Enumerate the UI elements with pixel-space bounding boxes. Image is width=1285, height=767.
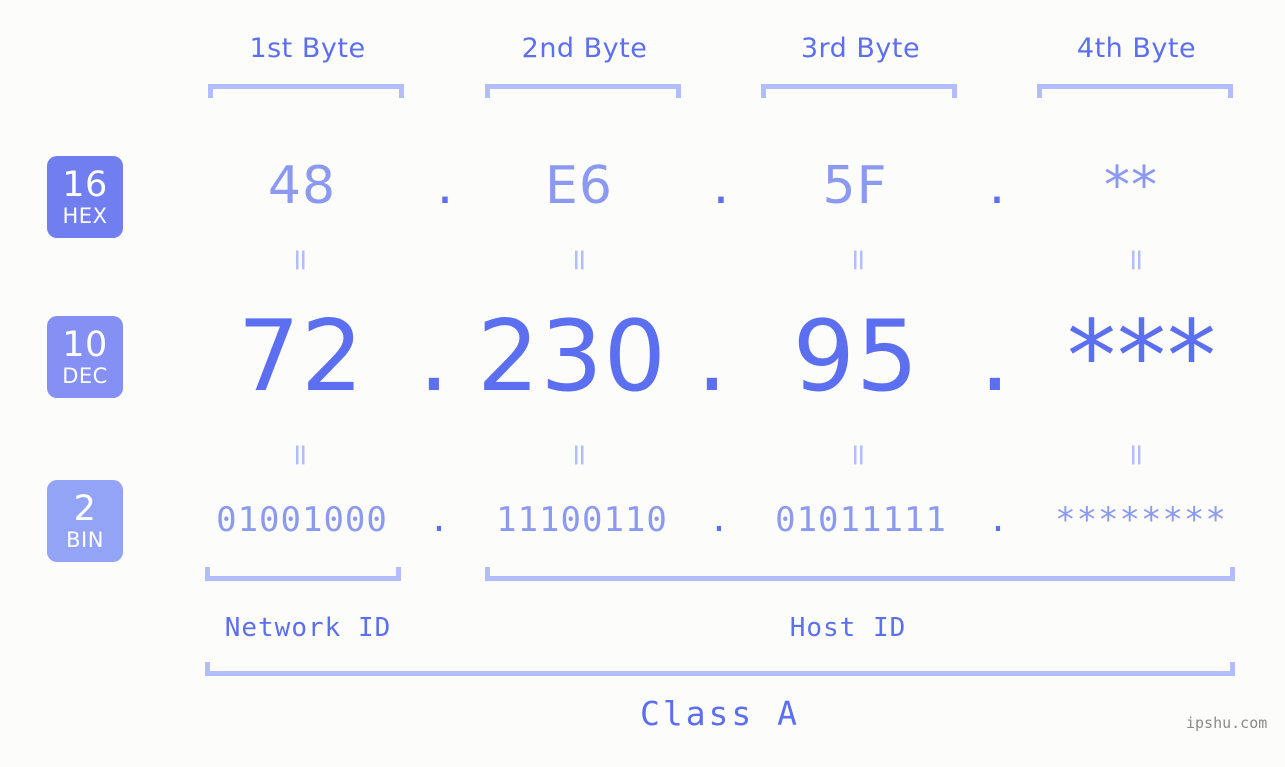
bin-byte-4: ******** [1055, 500, 1227, 540]
equals-icon-hex-dec-2: = [562, 247, 597, 273]
dec-byte-2: 230 [476, 300, 668, 414]
byte-header-2: 2nd Byte [521, 33, 648, 64]
byte-header-4: 4th Byte [1076, 33, 1197, 64]
byte-header-1: 1st Byte [249, 33, 366, 64]
hex-byte-1: 48 [267, 156, 337, 216]
bin-byte-2: 11100110 [496, 500, 668, 540]
class-label: Class A [639, 694, 801, 733]
bin-byte-3: 01011111 [775, 500, 947, 540]
equals-icon-dec-bin-3: = [841, 442, 876, 468]
dec-byte-3: 95 [792, 300, 920, 414]
equals-icon-hex-dec-3: = [841, 247, 876, 273]
class-bracket [205, 662, 1235, 676]
host-id-label: Host ID [789, 613, 907, 643]
hex-separator-3: . [988, 156, 1006, 216]
bin-separator-3: . [987, 500, 1009, 540]
byte-bracket-3 [761, 84, 957, 98]
hex-byte-3: 5F [822, 156, 888, 216]
base-badge-hex-number: 16 [62, 164, 108, 205]
dec-byte-1: 72 [237, 300, 365, 414]
base-badge-hex-name: HEX [62, 203, 108, 228]
equals-icon-hex-dec-1: = [283, 247, 318, 273]
base-badge-bin: 2 BIN [47, 480, 123, 562]
base-badge-dec-number: 10 [62, 324, 108, 365]
host-id-bracket [485, 567, 1235, 581]
equals-icon-dec-bin-1: = [283, 442, 318, 468]
base-badge-dec-name: DEC [62, 363, 108, 388]
base-badge-bin-name: BIN [66, 527, 104, 552]
dec-separator-2: . [696, 300, 728, 414]
equals-icon-hex-dec-4: = [1119, 247, 1154, 273]
hex-separator-1: . [436, 156, 454, 216]
dec-separator-1: . [418, 300, 450, 414]
equals-icon-dec-bin-4: = [1119, 442, 1154, 468]
byte-bracket-1 [208, 84, 404, 98]
hex-separator-2: . [712, 156, 730, 216]
bin-separator-1: . [428, 500, 450, 540]
network-id-label: Network ID [224, 613, 392, 643]
hex-byte-4: ** [1104, 156, 1158, 216]
bin-byte-1: 01001000 [216, 500, 388, 540]
hex-byte-2: E6 [545, 156, 613, 216]
base-badge-dec: 10 DEC [47, 316, 123, 398]
equals-icon-dec-bin-2: = [562, 442, 597, 468]
bin-separator-2: . [708, 500, 730, 540]
byte-bracket-2 [485, 84, 681, 98]
byte-header-3: 3rd Byte [800, 33, 921, 64]
base-badge-hex: 16 HEX [47, 156, 123, 238]
dec-separator-3: . [979, 300, 1011, 414]
watermark: ipshu.com [1186, 714, 1268, 732]
base-badge-bin-number: 2 [73, 488, 97, 529]
ip-breakdown-diagram: 1st Byte 2nd Byte 3rd Byte 4th Byte 16 H… [0, 0, 1285, 767]
byte-bracket-4 [1037, 84, 1233, 98]
network-id-bracket [205, 567, 401, 581]
dec-byte-4: *** [1067, 300, 1217, 414]
